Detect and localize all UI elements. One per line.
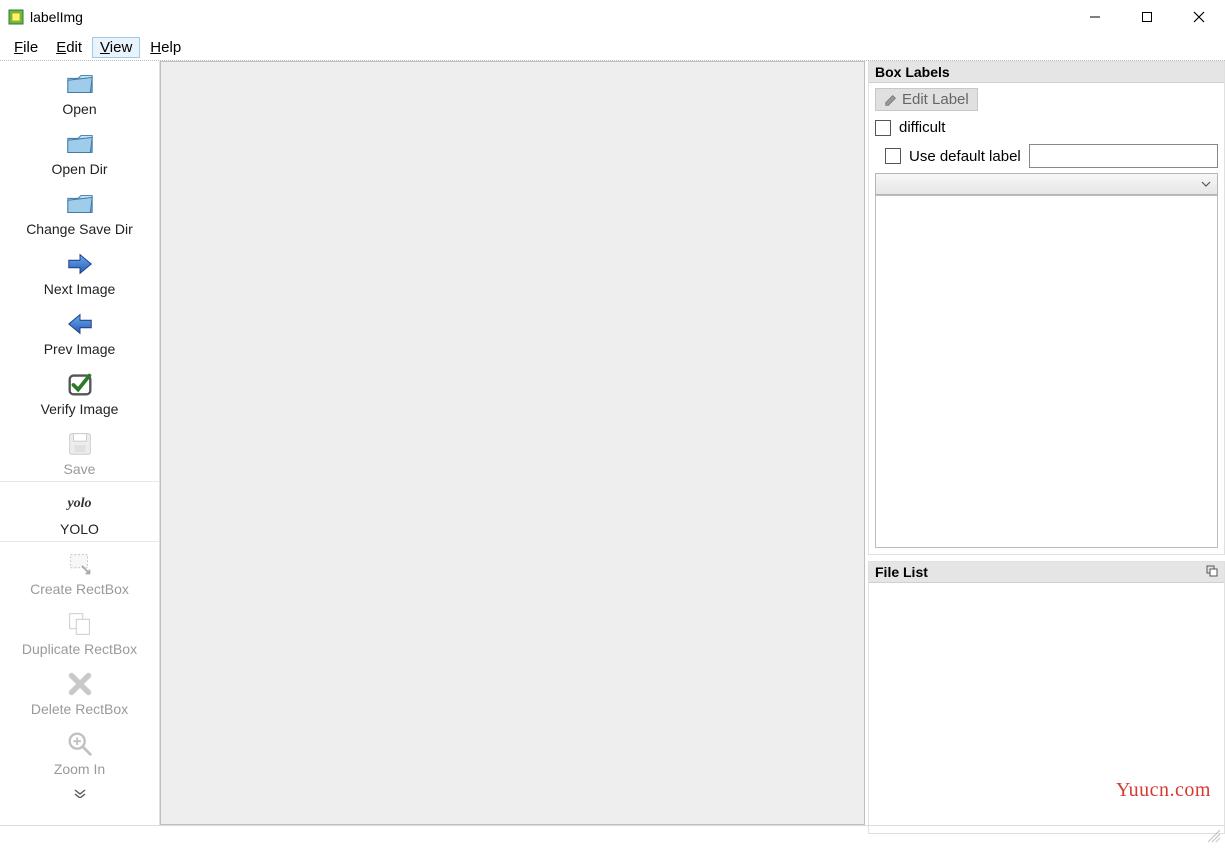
edit-label-button[interactable]: Edit Label [875,88,978,111]
toolbar-overflow-icon[interactable] [0,781,159,801]
rect-icon [65,549,95,579]
next-image-button[interactable]: Next Image [0,241,159,301]
check-icon [65,369,95,399]
menubar: File Edit View Help [0,34,1225,60]
yolo-button[interactable]: yolo YOLO [0,481,159,541]
zoom-icon [65,729,95,759]
panel-box-labels: Box Labels Edit Label difficult Use defa… [868,61,1225,555]
create-rectbox-button: Create RectBox [0,541,159,601]
checkbox-icon [885,148,901,164]
window-controls [1069,0,1225,34]
label-dropdown[interactable] [875,173,1218,195]
app-icon [8,9,24,25]
save-button: Save [0,421,159,481]
canvas[interactable] [160,61,865,825]
panel-title-box-labels: Box Labels [875,64,950,80]
use-default-label-checkbox[interactable]: Use default label [885,148,1021,165]
toolbar-label: Zoom In [54,761,105,777]
save-icon [65,429,95,459]
toolbar-label: Delete RectBox [31,701,128,717]
dock-icon[interactable] [1206,564,1218,580]
arrow-l-icon [65,309,95,339]
resize-grip-icon[interactable] [1207,829,1221,848]
duplicate-rectbox-button: Duplicate RectBox [0,601,159,661]
toolbar-label: Verify Image [41,401,119,417]
verify-image-button[interactable]: Verify Image [0,361,159,421]
toolbar-label: YOLO [60,521,99,537]
window-title: labelImg [30,9,83,25]
delete-rectbox-button: Delete RectBox [0,661,159,721]
toolbar-label: Save [64,461,96,477]
delete-icon [65,669,95,699]
label-listbox[interactable] [875,195,1218,548]
maximize-button[interactable] [1121,0,1173,34]
toolbar-label: Open Dir [51,161,107,177]
change-save-dir-button[interactable]: Change Save Dir [0,181,159,241]
toolbar-label: Duplicate RectBox [22,641,137,657]
menu-file[interactable]: File [6,37,46,58]
minimize-button[interactable] [1069,0,1121,34]
watermark: Yuucn.com [1116,779,1211,802]
open-button[interactable]: Open [0,61,159,121]
toolbar-label: Next Image [44,281,116,297]
toolbar-label: Open [62,101,96,117]
menu-edit[interactable]: Edit [48,37,90,58]
folder-icon [65,129,95,159]
panel-title-file-list: File List [875,564,928,580]
titlebar: labelImg [0,0,1225,34]
menu-help[interactable]: Help [142,37,189,58]
yolo-icon: yolo [67,496,91,512]
dup-icon [65,609,95,639]
open-dir-button[interactable]: Open Dir [0,121,159,181]
checkbox-icon [875,120,891,136]
folder-icon [65,69,95,99]
arrow-r-icon [65,249,95,279]
toolbar-label: Create RectBox [30,581,129,597]
close-button[interactable] [1173,0,1225,34]
prev-image-button[interactable]: Prev Image [0,301,159,361]
toolbar-label: Prev Image [44,341,116,357]
difficult-checkbox[interactable]: difficult [875,119,1218,136]
zoom-in-button: Zoom In [0,721,159,781]
toolbar-label: Change Save Dir [26,221,133,237]
menu-view[interactable]: View [92,37,140,58]
default-label-input[interactable] [1029,144,1218,168]
left-toolbar: Open Open Dir Change Save Dir Next Image Pre… [0,61,160,825]
folder-icon [65,189,95,219]
statusbar [0,825,1225,850]
